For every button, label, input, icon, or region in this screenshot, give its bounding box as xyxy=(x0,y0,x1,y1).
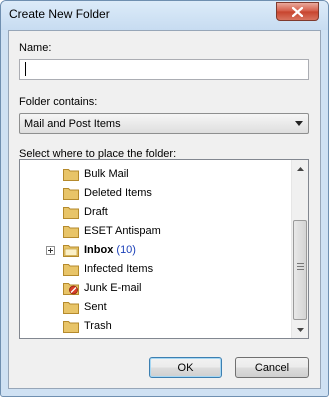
folder-icon xyxy=(63,302,79,314)
tree-item-label: Draft xyxy=(84,206,108,218)
tree-item-inbox[interactable]: Inbox (10) xyxy=(20,241,292,260)
scroll-up-button[interactable] xyxy=(292,160,308,177)
tree-item-label: Sent xyxy=(84,301,107,313)
tree-item-infected-items[interactable]: Infected Items xyxy=(20,260,292,279)
folder-icon xyxy=(63,321,79,333)
folder-icon xyxy=(63,264,79,276)
folder-name-input[interactable] xyxy=(19,59,309,80)
thumb-grip xyxy=(297,266,304,267)
tree-item-text: Inbox (10) xyxy=(84,244,136,256)
scroll-up-icon xyxy=(296,166,304,171)
title-bar[interactable]: Create New Folder xyxy=(1,1,328,30)
dialog-window: Create New Folder Name: Folder contains:… xyxy=(0,0,329,397)
close-button[interactable] xyxy=(276,2,319,21)
text-caret xyxy=(25,62,26,76)
name-label: Name: xyxy=(19,42,52,54)
tree-item-label: ESET Antispam xyxy=(84,225,161,237)
tree-scrollbar[interactable] xyxy=(291,160,308,338)
window-title: Create New Folder xyxy=(9,7,110,21)
tree-item-label: Infected Items xyxy=(84,263,154,275)
expand-icon[interactable] xyxy=(46,246,55,255)
junk-folder-icon xyxy=(63,283,79,295)
folder-icon xyxy=(63,169,79,181)
folder-icon xyxy=(63,226,79,238)
scroll-thumb[interactable] xyxy=(293,220,307,320)
tree-item-junk-email[interactable]: Junk E-mail xyxy=(20,279,292,298)
tree-item-label: Inbox xyxy=(84,244,114,256)
folder-tree[interactable]: Bulk Mail Deleted Items Draft ESET Antis… xyxy=(19,159,309,339)
unread-count: (10) xyxy=(116,244,136,256)
dropdown-arrow-icon xyxy=(295,121,303,126)
thumb-grip xyxy=(297,263,304,264)
ok-button[interactable]: OK xyxy=(149,357,222,378)
folder-icon xyxy=(63,188,79,200)
tree-item-label: Bulk Mail xyxy=(84,168,129,180)
tree-item-label: Trash xyxy=(84,320,112,332)
tree-item-label: Deleted Items xyxy=(84,187,152,199)
tree-item-sent[interactable]: Sent xyxy=(20,298,292,317)
folder-icon xyxy=(63,207,79,219)
scroll-down-icon xyxy=(296,327,304,332)
tree-item-deleted-items[interactable]: Deleted Items xyxy=(20,184,292,203)
tree-item-trash[interactable]: Trash xyxy=(20,317,292,336)
tree-item-label: Junk E-mail xyxy=(84,282,142,294)
thumb-grip xyxy=(297,269,304,270)
tree-item-bulk-mail[interactable]: Bulk Mail xyxy=(20,165,292,184)
dialog-body: Name: Folder contains: Mail and Post Ite… xyxy=(8,30,321,389)
close-icon xyxy=(292,6,303,17)
scroll-down-button[interactable] xyxy=(292,321,308,338)
folder-open-icon xyxy=(63,245,79,257)
tree-item-draft[interactable]: Draft xyxy=(20,203,292,222)
folder-contains-value: Mail and Post Items xyxy=(24,118,121,130)
folder-contains-label: Folder contains: xyxy=(19,96,98,108)
folder-contains-select[interactable]: Mail and Post Items xyxy=(19,113,309,134)
cancel-button[interactable]: Cancel xyxy=(235,357,309,378)
tree-item-eset-antispam[interactable]: ESET Antispam xyxy=(20,222,292,241)
